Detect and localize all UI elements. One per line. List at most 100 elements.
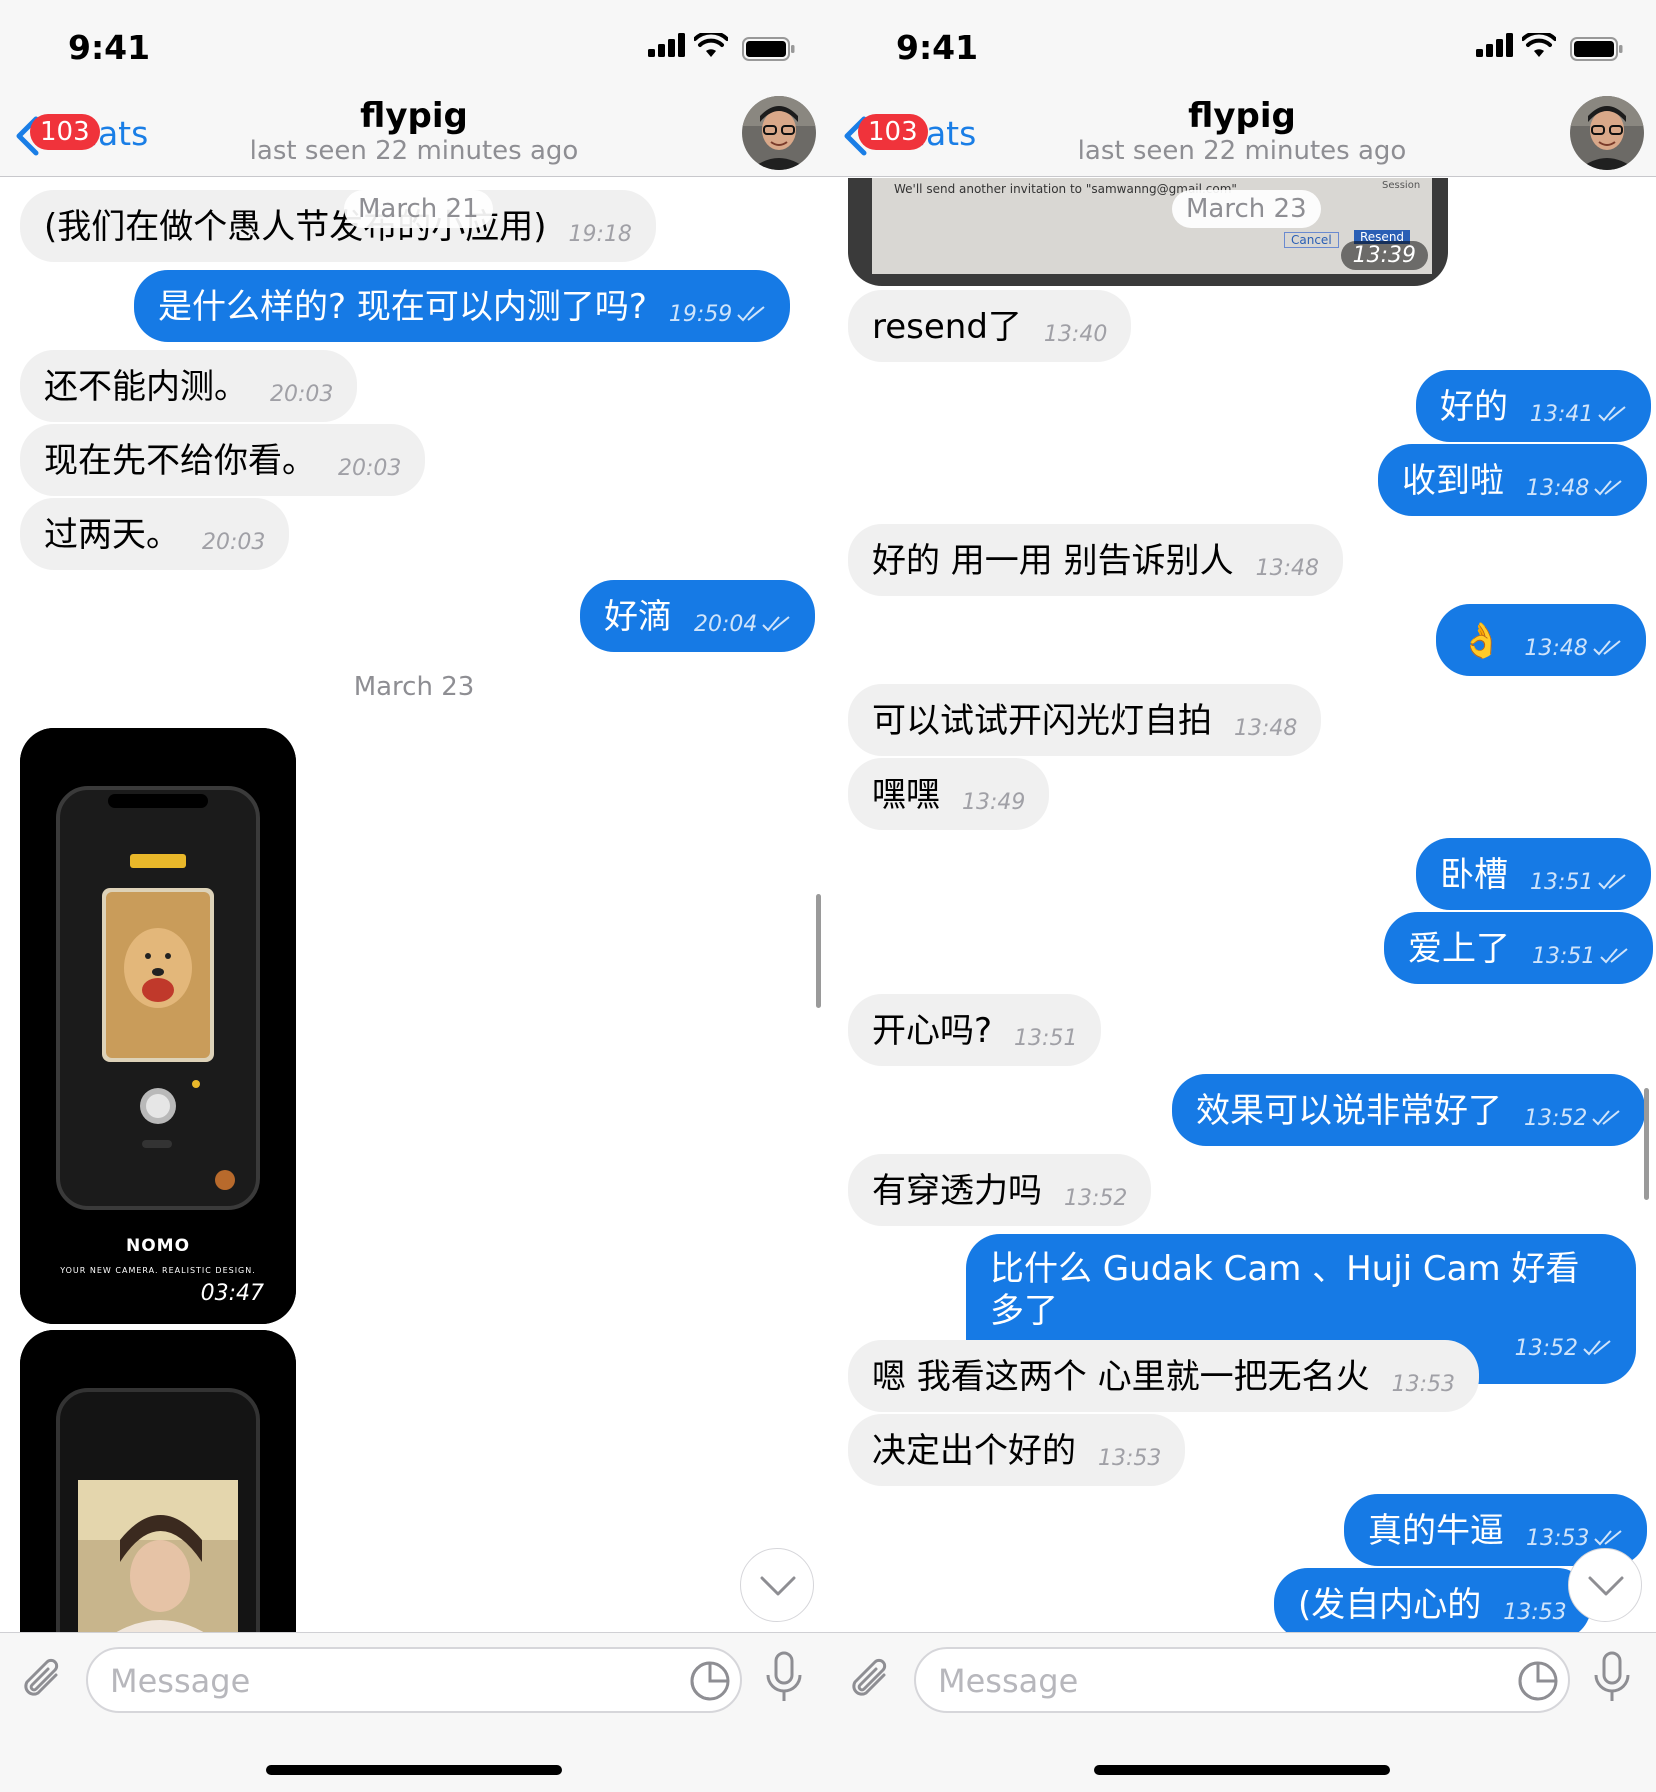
video-message[interactable]: NOMO YOUR NEW CAMERA. REALISTIC DESIGN. … bbox=[20, 728, 296, 1324]
message-bubble[interactable]: 爱上了 13:51 bbox=[1384, 912, 1654, 984]
message-bubble[interactable]: 是什么样的? 现在可以内测了吗? 19:59 bbox=[134, 270, 791, 342]
message-bubble[interactable]: 可以试试开闪光灯自拍 13:48 bbox=[848, 684, 1322, 756]
message-text: 👌 bbox=[1460, 620, 1503, 661]
microphone-icon[interactable] bbox=[1592, 1651, 1632, 1705]
message-field[interactable] bbox=[914, 1647, 1570, 1713]
message-time: 13:49 bbox=[962, 789, 1026, 815]
message-bubble[interactable]: 效果可以说非常好了 13:52 bbox=[1172, 1074, 1646, 1146]
status-bar: 9:41 bbox=[0, 0, 828, 88]
message-bubble[interactable]: 好的 用一用 别告诉别人 13:48 bbox=[848, 524, 1344, 596]
video-thumbnail bbox=[20, 1330, 296, 1640]
status-time: 9:41 bbox=[68, 28, 151, 67]
wifi-icon bbox=[694, 33, 728, 57]
message-time: 13:52 bbox=[1524, 1098, 1621, 1140]
message-bubble[interactable]: resend了 13:40 bbox=[848, 290, 1132, 362]
message-bubble[interactable]: 还不能内测。 20:03 bbox=[20, 350, 358, 422]
photo-text: Session bbox=[1382, 180, 1421, 191]
message-time: 13:51 bbox=[1530, 862, 1627, 904]
message-bubble[interactable]: 好的 13:41 bbox=[1416, 370, 1652, 442]
avatar[interactable] bbox=[1570, 96, 1644, 170]
message-text: 有穿透力吗 bbox=[872, 1170, 1042, 1211]
double-check-icon bbox=[1600, 947, 1629, 963]
message-text: 过两天。 bbox=[44, 514, 180, 555]
message-time: 13:51 bbox=[1532, 936, 1629, 978]
scrollbar[interactable] bbox=[1644, 1088, 1649, 1200]
paperclip-icon[interactable] bbox=[848, 1655, 894, 1705]
message-input[interactable] bbox=[110, 1658, 650, 1704]
double-check-icon bbox=[1598, 873, 1627, 889]
last-seen-status: last seen 22 minutes ago bbox=[1077, 136, 1407, 166]
message-bubble[interactable]: 嗯 我看这两个 心里就一把无名火 13:53 bbox=[848, 1340, 1480, 1412]
chevron-down-icon bbox=[760, 1576, 796, 1596]
message-field[interactable] bbox=[86, 1647, 742, 1713]
double-check-icon bbox=[737, 305, 765, 321]
message-text: 卧槽 bbox=[1440, 854, 1508, 895]
message-bubble[interactable]: 开心吗? 13:51 bbox=[848, 994, 1102, 1066]
message-text: 好滴 bbox=[604, 596, 672, 637]
video-message[interactable] bbox=[20, 1330, 296, 1640]
message-time: 13:53 bbox=[1503, 1599, 1567, 1625]
message-text: 决定出个好的 bbox=[872, 1430, 1076, 1471]
chat-title[interactable]: flypig bbox=[0, 96, 828, 136]
message-text: 可以试试开闪光灯自拍 bbox=[872, 700, 1212, 741]
video-title: NOMO bbox=[125, 1236, 191, 1256]
message-time: 13:40 bbox=[1043, 321, 1108, 347]
date-separator: March 21 bbox=[344, 190, 493, 228]
message-input[interactable] bbox=[938, 1658, 1478, 1704]
scroll-down-button[interactable] bbox=[1568, 1548, 1642, 1622]
sticker-icon[interactable] bbox=[688, 1659, 732, 1703]
avatar-photo bbox=[742, 96, 816, 170]
message-input-bar bbox=[828, 1632, 1656, 1792]
chat-header: Chats 103 flypig last seen 22 minutes ag… bbox=[0, 88, 828, 177]
chat-header: Chats 103 flypig last seen 22 minutes ag… bbox=[828, 88, 1656, 177]
message-bubble[interactable]: 过两天。 20:03 bbox=[20, 498, 290, 570]
message-time: 19:59 bbox=[669, 294, 766, 336]
message-time: 20:03 bbox=[338, 455, 402, 481]
message-text: 收到啦 bbox=[1402, 460, 1504, 501]
message-text: resend了 bbox=[872, 306, 1022, 347]
double-check-icon bbox=[762, 615, 791, 631]
double-check-icon bbox=[1594, 1529, 1623, 1545]
message-time: 13:53 bbox=[1098, 1445, 1162, 1471]
message-time: 19:18 bbox=[568, 221, 632, 247]
message-bubble[interactable]: (我们在做个愚人节发布的小应用) 19:18 bbox=[20, 190, 656, 262]
message-text: (发自内心的 bbox=[1298, 1584, 1482, 1625]
message-bubble[interactable]: 决定出个好的 13:53 bbox=[848, 1414, 1186, 1486]
avatar[interactable] bbox=[742, 96, 816, 170]
message-text: 开心吗? bbox=[872, 1010, 993, 1051]
status-bar: 9:41 bbox=[828, 0, 1656, 88]
message-bubble[interactable]: 现在先不给你看。 20:03 bbox=[20, 424, 426, 496]
double-check-icon bbox=[1583, 1340, 1611, 1356]
sticker-icon[interactable] bbox=[1516, 1659, 1560, 1703]
photo-time: 13:39 bbox=[1340, 241, 1428, 270]
message-time: 13:48 bbox=[1524, 628, 1621, 670]
message-text: 效果可以说非常好了 bbox=[1196, 1090, 1502, 1131]
date-separator: March 23 bbox=[1172, 190, 1321, 228]
message-time: 13:48 bbox=[1526, 468, 1623, 510]
message-bubble[interactable]: 卧槽 13:51 bbox=[1416, 838, 1652, 910]
message-time: 13:52 bbox=[1064, 1185, 1128, 1211]
date-separator: March 23 bbox=[353, 672, 475, 702]
message-bubble[interactable]: 👌 13:48 bbox=[1436, 604, 1646, 676]
cellular-signal-icon bbox=[648, 33, 685, 57]
scroll-down-button[interactable] bbox=[740, 1548, 814, 1622]
avatar-photo bbox=[1570, 96, 1644, 170]
message-time: 13:41 bbox=[1530, 394, 1627, 436]
cellular-signal-icon bbox=[1476, 33, 1513, 57]
message-text: 嘿嘿 bbox=[872, 774, 940, 815]
message-bubble[interactable]: 好滴 20:04 bbox=[580, 580, 816, 652]
message-bubble[interactable]: 有穿透力吗 13:52 bbox=[848, 1154, 1152, 1226]
video-thumbnail bbox=[20, 728, 296, 1324]
message-time: 13:48 bbox=[1255, 555, 1320, 581]
microphone-icon[interactable] bbox=[764, 1651, 804, 1705]
scrollbar[interactable] bbox=[816, 894, 821, 1008]
message-time: 20:03 bbox=[270, 381, 334, 407]
message-time: 20:04 bbox=[694, 604, 791, 646]
paperclip-icon[interactable] bbox=[20, 1655, 66, 1705]
chat-title[interactable]: flypig bbox=[828, 96, 1656, 136]
message-bubble[interactable]: 收到啦 13:48 bbox=[1378, 444, 1648, 516]
message-bubble[interactable]: (发自内心的 13:53 bbox=[1274, 1568, 1591, 1640]
status-time: 9:41 bbox=[896, 28, 979, 67]
message-bubble[interactable]: 嘿嘿 13:49 bbox=[848, 758, 1050, 830]
photo-message[interactable]: We'll send another invitation to "samwan… bbox=[848, 178, 1448, 286]
